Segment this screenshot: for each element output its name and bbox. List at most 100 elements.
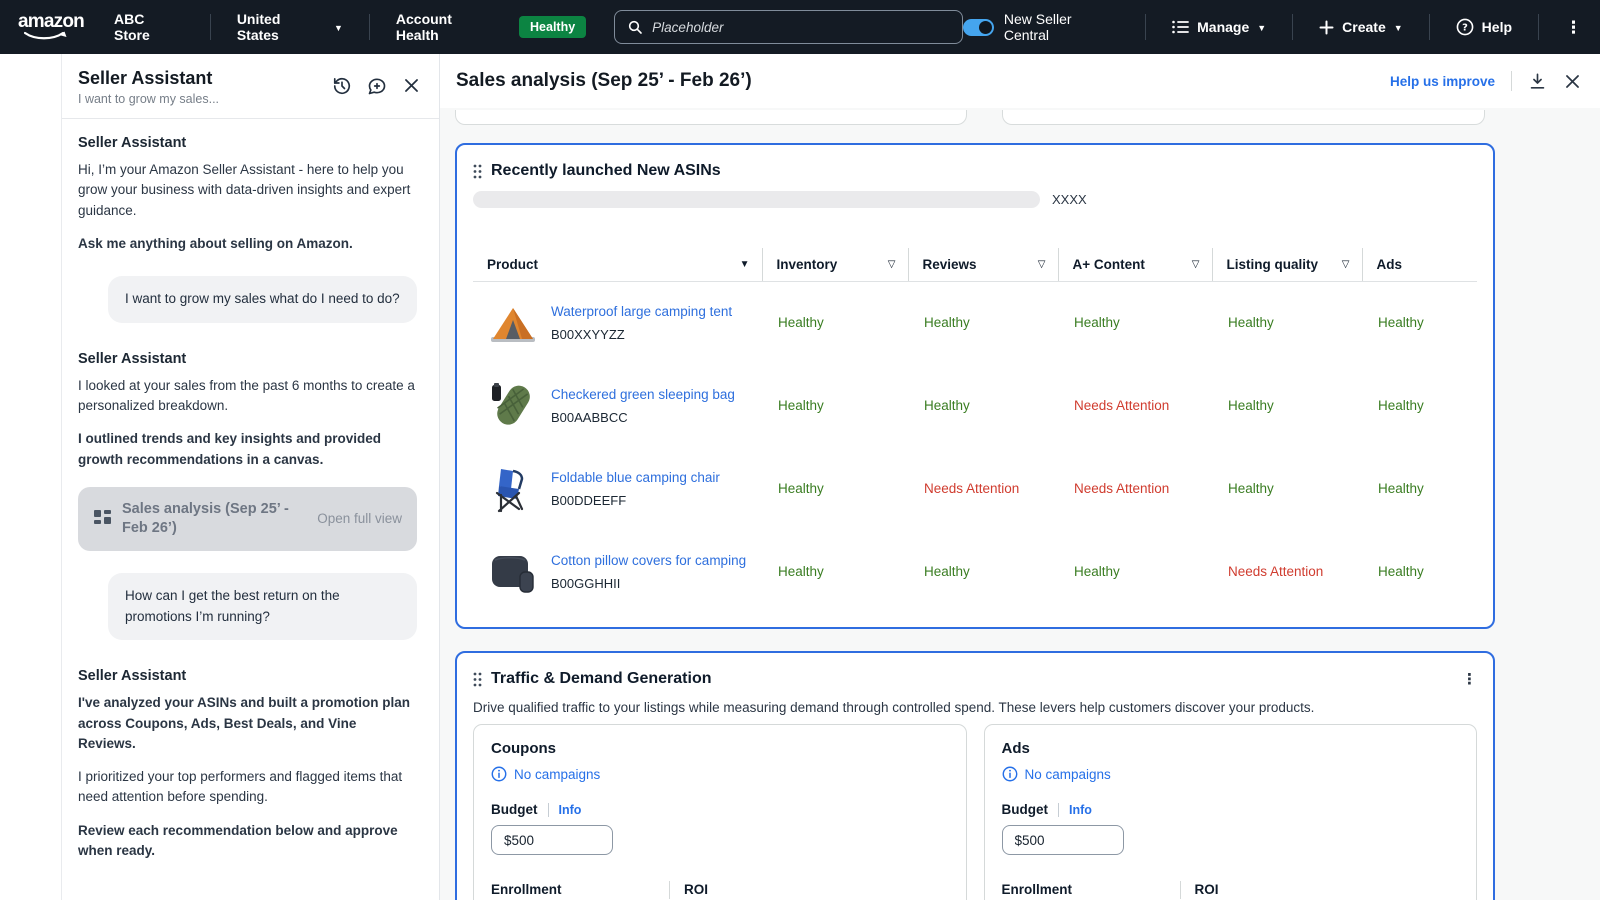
create-menu[interactable]: Create ▼ [1319, 19, 1403, 35]
column-header-listing-quality[interactable]: Listing quality▽ [1212, 248, 1362, 281]
status-cell: Needs Attention [1058, 364, 1212, 447]
product-asin: B00GGHHII [551, 576, 746, 591]
nav-search[interactable] [614, 10, 963, 44]
marketplace-selector[interactable]: United States ▼ [237, 11, 343, 43]
product-asin: B00DDEEFF [551, 493, 720, 508]
toggle-label: New Seller Central [1004, 11, 1119, 43]
page-title: Sales analysis (Sep 25’ - Feb 26’) [456, 70, 752, 92]
budget-label: Budget [491, 802, 538, 817]
no-campaigns-link[interactable]: No campaigns [1002, 766, 1460, 782]
sort-icon[interactable]: ▽ [1192, 259, 1200, 270]
status-cell: Needs Attention [1058, 447, 1212, 530]
canvas-chip-title: Sales analysis (Sep 25’ - Feb 26’) [122, 500, 294, 538]
open-full-view-button[interactable]: Open full view [317, 511, 402, 526]
status-cell: Healthy [1362, 447, 1477, 530]
status-cell: Healthy [1058, 530, 1212, 613]
nav-overflow-menu[interactable]: ⋮ [1565, 19, 1582, 36]
amazon-logo[interactable]: amazon [18, 11, 80, 45]
recently-launched-asins-card: Recently launched New ASINs XXXX Product… [455, 143, 1495, 629]
budget-input[interactable] [1002, 825, 1124, 855]
seller-assistant-panel: Seller Assistant I want to grow my sales… [62, 54, 440, 900]
assistant-message-heading: Seller Assistant [78, 135, 417, 151]
status-cell: Healthy [1212, 364, 1362, 447]
assistant-subtitle: I want to grow my sales... [78, 92, 219, 106]
budget-info-link[interactable]: Info [559, 803, 582, 817]
assistant-message-text: Review each recommendation below and app… [78, 821, 417, 862]
progress-bar [473, 191, 1040, 208]
roi-label: ROI [684, 882, 708, 897]
product-link[interactable]: Cotton pillow covers for camping [551, 552, 746, 570]
status-cell: Healthy [908, 281, 1058, 364]
no-campaigns-label: No campaigns [514, 767, 600, 782]
canvas-chip[interactable]: Sales analysis (Sep 25’ - Feb 26’) Open … [78, 487, 417, 551]
chevron-down-icon: ▼ [1257, 24, 1266, 33]
marketplace-label: United States [237, 11, 326, 43]
product-link[interactable]: Checkered green sleeping bag [551, 386, 735, 404]
table-row: Foldable blue camping chair B00DDEEFF He… [473, 447, 1477, 530]
column-header-product[interactable]: Product▼ [473, 248, 762, 281]
new-chat-icon[interactable] [367, 76, 387, 96]
budget-info-link[interactable]: Info [1069, 803, 1092, 817]
status-cell: Healthy [762, 364, 908, 447]
status-cell: Needs Attention [908, 447, 1058, 530]
drag-handle-icon[interactable] [473, 672, 482, 687]
divider [1292, 14, 1293, 40]
assistant-message-heading: Seller Assistant [78, 668, 417, 684]
assistant-message-text: I looked at your sales from the past 6 m… [78, 376, 417, 417]
table-row: Cotton pillow covers for camping B00GGHH… [473, 530, 1477, 613]
status-cell: Healthy [1362, 281, 1477, 364]
column-header-reviews[interactable]: Reviews▽ [908, 248, 1058, 281]
canvas-icon [93, 509, 112, 528]
svg-text:?: ? [1462, 23, 1468, 34]
account-health[interactable]: Account Health Healthy [396, 11, 586, 43]
info-icon [491, 766, 507, 782]
close-assistant-icon[interactable] [402, 76, 421, 95]
coupons-panel: Coupons No campaigns Budget [473, 724, 967, 900]
info-icon [1002, 766, 1018, 782]
sort-icon[interactable]: ▽ [1342, 259, 1350, 270]
help-us-improve-link[interactable]: Help us improve [1390, 74, 1495, 89]
card-overflow-menu-icon[interactable]: ⋮ [1462, 670, 1477, 688]
divider [1538, 14, 1539, 40]
chevron-down-icon: ▼ [1394, 24, 1403, 33]
assistant-message-heading: Seller Assistant [78, 351, 417, 367]
assistant-message-text: Ask me anything about selling on Amazon. [78, 234, 417, 254]
card-title: Recently launched New ASINs [491, 162, 721, 180]
partially-visible-card [455, 110, 967, 125]
column-header-a-plus-content[interactable]: A+ Content▽ [1058, 248, 1212, 281]
search-icon [627, 19, 643, 35]
download-icon[interactable] [1528, 72, 1547, 91]
divider [1511, 71, 1512, 91]
question-circle-icon: ? [1456, 18, 1474, 36]
store-name: ABC Store [114, 11, 184, 43]
amazon-logo-text: amazon [18, 11, 80, 33]
status-cell: Needs Attention [1212, 530, 1362, 613]
status-cell: Healthy [1212, 447, 1362, 530]
no-campaigns-label: No campaigns [1025, 767, 1111, 782]
canvas-scroll-area[interactable]: Recently launched New ASINs XXXX Product… [440, 108, 1600, 900]
no-campaigns-link[interactable]: No campaigns [491, 766, 949, 782]
panel-title: Ads [1002, 740, 1460, 757]
account-health-label: Account Health [396, 11, 498, 43]
card-description: Drive qualified traffic to your listings… [473, 700, 1477, 715]
column-header-inventory[interactable]: Inventory▽ [762, 248, 908, 281]
manage-menu[interactable]: Manage ▼ [1172, 19, 1266, 35]
history-icon[interactable] [332, 76, 352, 96]
column-header-ads[interactable]: Ads [1362, 248, 1477, 281]
help-menu[interactable]: ? Help [1456, 18, 1512, 36]
close-canvas-icon[interactable] [1563, 72, 1582, 91]
product-link[interactable]: Foldable blue camping chair [551, 469, 720, 487]
search-input[interactable] [652, 20, 950, 35]
sort-icon[interactable]: ▽ [888, 259, 896, 270]
product-link[interactable]: Waterproof large camping tent [551, 303, 732, 321]
sort-icon[interactable]: ▼ [740, 259, 750, 270]
traffic-demand-card: Traffic & Demand Generation ⋮ Drive qual… [455, 651, 1495, 900]
card-title: Traffic & Demand Generation [491, 670, 712, 688]
budget-input[interactable] [491, 825, 613, 855]
new-seller-central-toggle[interactable] [963, 19, 994, 36]
list-icon [1172, 20, 1189, 34]
drag-handle-icon[interactable] [473, 164, 482, 179]
assistant-title: Seller Assistant [78, 68, 219, 89]
sort-icon[interactable]: ▽ [1038, 259, 1046, 270]
partially-visible-card [1002, 110, 1485, 125]
